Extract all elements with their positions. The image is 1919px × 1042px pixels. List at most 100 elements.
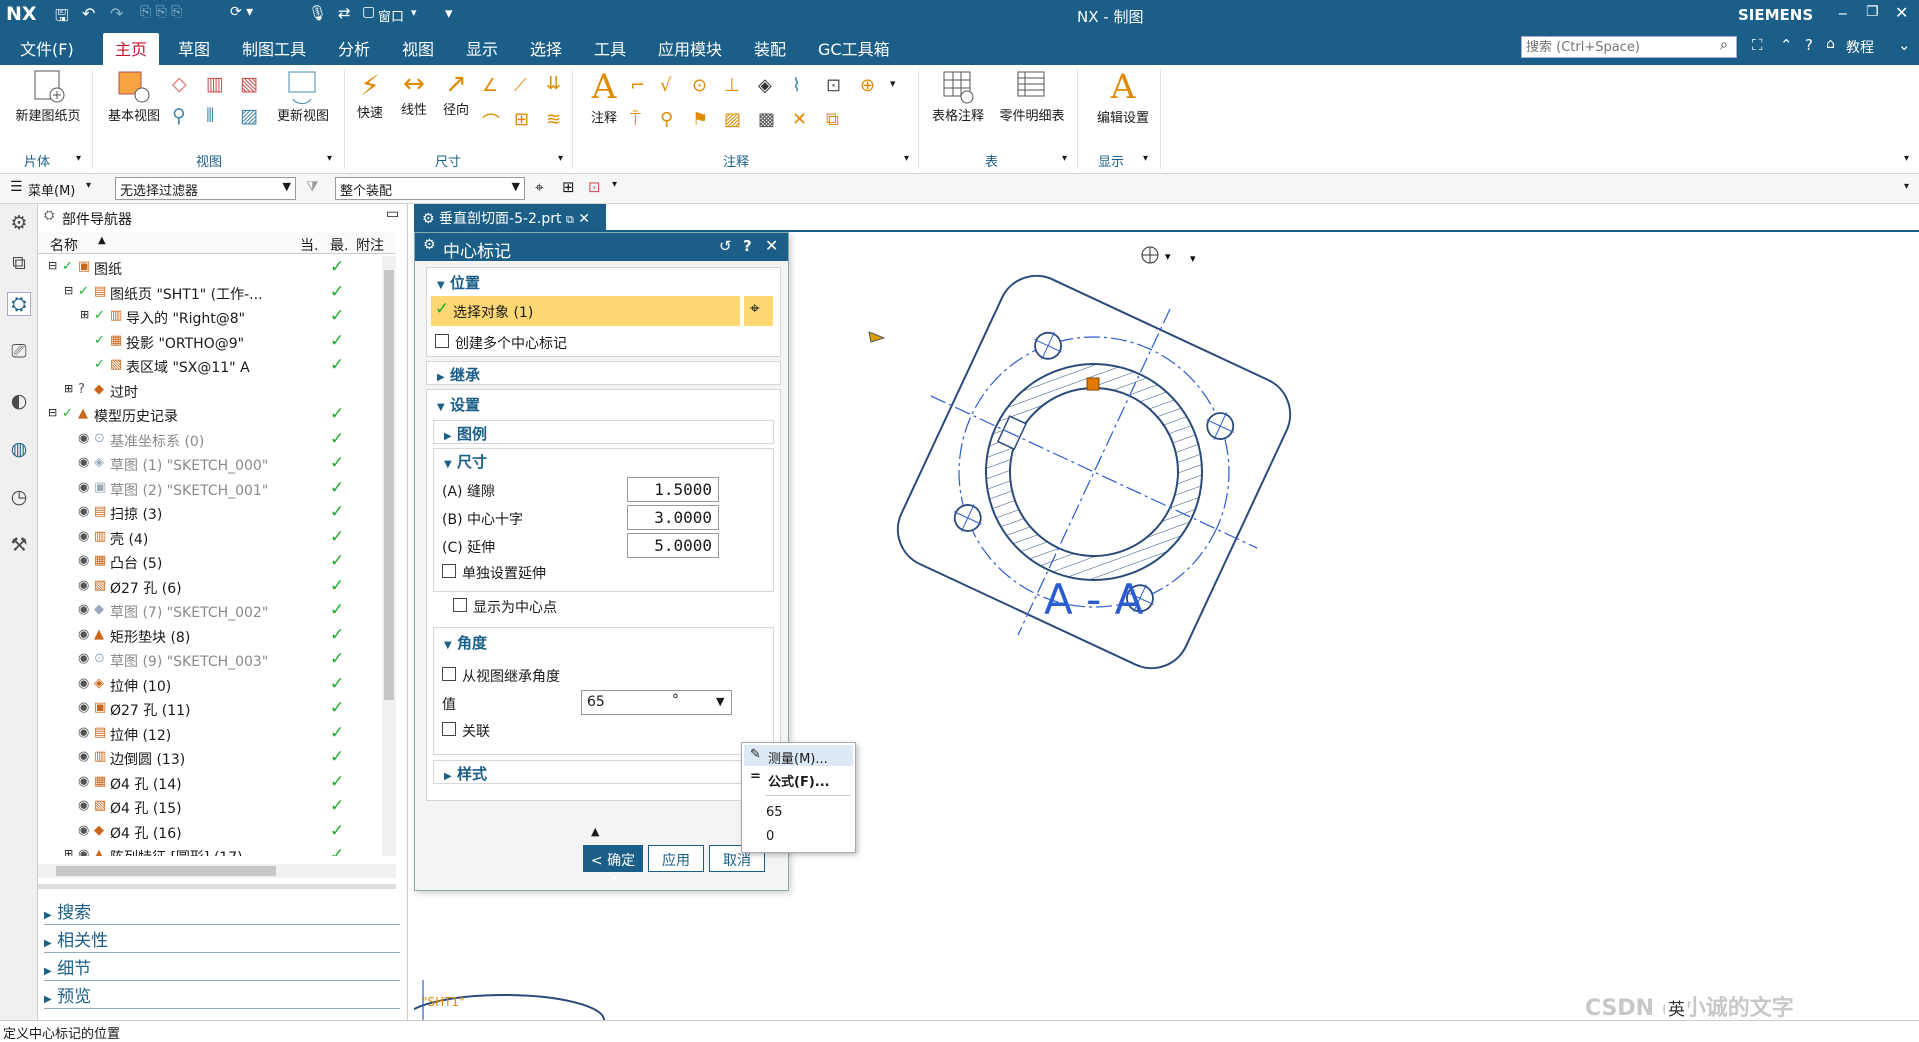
status-check-icon[interactable]: ✓ bbox=[94, 308, 105, 323]
angle-value-input[interactable]: 65 ° ▼ bbox=[581, 690, 732, 715]
visibility-eye-icon[interactable]: ◉ bbox=[78, 504, 89, 519]
ribbon-pin-icon[interactable]: ⌄ bbox=[1898, 36, 1911, 54]
status-check-icon[interactable]: ✓ bbox=[78, 284, 89, 299]
update-view-button[interactable]: 更新视图 bbox=[266, 69, 340, 124]
center-cross-input[interactable]: 3.0000 bbox=[627, 505, 719, 530]
section-dependencies[interactable]: ▶ 相关性 bbox=[44, 926, 400, 953]
position-header[interactable]: ▼ 位置 bbox=[437, 272, 480, 293]
minimize-icon[interactable]: ‒ bbox=[1838, 4, 1848, 22]
fill-icon[interactable]: ◈ bbox=[758, 75, 772, 96]
part-navigator-icon[interactable]: ⛭ bbox=[7, 292, 31, 316]
select-mode-chevron-icon[interactable]: ▾ bbox=[612, 179, 617, 190]
show-center-point-checkbox[interactable] bbox=[453, 598, 467, 612]
drawing-tree-item[interactable]: ⊞? ◆ 过时 bbox=[38, 379, 396, 403]
crosshatch-icon[interactable]: ▨ bbox=[724, 109, 741, 130]
chamfer-dimension-icon[interactable]: ⟋ bbox=[514, 75, 527, 96]
group-display-chevron-icon[interactable]: ▾ bbox=[1143, 153, 1148, 164]
radial-dimension-button[interactable]: ↗ 径向 bbox=[436, 69, 476, 118]
tutorial-link[interactable]: 教程 bbox=[1846, 37, 1874, 57]
navigator-hscroll-thumb[interactable] bbox=[56, 866, 276, 876]
feature-control-frame-icon[interactable]: ⌐ bbox=[630, 75, 645, 96]
drawing-tree-item[interactable]: ✓ ▦ 投影 "ORTHO@9" ✓ bbox=[38, 330, 396, 354]
feature-tree-item[interactable]: ◉ ▧ Ø27 孔 (6) ✓ bbox=[38, 575, 396, 599]
style-subsection[interactable]: ▶ 样式 bbox=[433, 760, 774, 784]
image-icon[interactable]: ⊡ bbox=[826, 75, 841, 96]
id-symbol-icon[interactable]: ⍑ bbox=[630, 109, 641, 130]
feature-tree-item[interactable]: ◉ ▦ Ø4 孔 (14) ✓ bbox=[38, 771, 396, 795]
file-menu[interactable]: 文件(F) bbox=[20, 36, 74, 60]
visibility-eye-icon[interactable]: ◉ bbox=[78, 774, 89, 789]
thickness-dimension-icon[interactable]: ⇊ bbox=[546, 73, 561, 94]
ok-button[interactable]: < 确定 > bbox=[583, 845, 643, 886]
perimeter-dimension-icon[interactable]: ≋ bbox=[546, 109, 561, 130]
table-note-button[interactable]: 表格注释 bbox=[926, 69, 990, 124]
save-icon[interactable]: 🖫 bbox=[55, 5, 69, 32]
separate-extension-checkbox[interactable] bbox=[442, 564, 456, 578]
undo-icon[interactable]: ↶ bbox=[82, 4, 95, 23]
expand-toggle-icon[interactable]: ⊞ bbox=[64, 847, 73, 856]
window-menu[interactable]: 窗口 bbox=[378, 6, 404, 25]
tab-assemblies[interactable]: 装配 bbox=[754, 36, 786, 60]
reuse-library-icon[interactable]: ⎚ bbox=[7, 340, 31, 364]
visibility-eye-icon[interactable]: ◉ bbox=[78, 431, 89, 446]
collapse-dialog-icon[interactable]: ▲ bbox=[591, 825, 599, 838]
status-check-icon[interactable]: ✓ bbox=[94, 357, 105, 372]
rapid-dimension-button[interactable]: ⚡ 快速 bbox=[350, 69, 390, 121]
measure-menu-item[interactable]: ✎ 测量(M)... bbox=[744, 745, 853, 767]
parts-list-button[interactable]: 零件明细表 bbox=[994, 69, 1070, 124]
inherit-section[interactable]: ▶ 继承 bbox=[426, 361, 781, 385]
reset-icon[interactable]: ↺ bbox=[719, 237, 732, 255]
section-details[interactable]: ▶ 细节 bbox=[44, 954, 400, 981]
tab-analysis[interactable]: 分析 bbox=[338, 36, 370, 60]
view-boundary-icon[interactable]: ▨ bbox=[240, 105, 258, 127]
dimensions-header[interactable]: ▼ 尺寸 bbox=[444, 451, 487, 472]
menu-button[interactable]: 菜单(M) bbox=[28, 180, 75, 199]
select-feature-icon[interactable]: ⊞ bbox=[562, 178, 575, 196]
maximize-panel-icon[interactable]: ▭ bbox=[386, 206, 399, 222]
close-dialog-icon[interactable]: ✕ bbox=[765, 236, 778, 255]
center-mark-handle[interactable] bbox=[868, 331, 886, 343]
expand-toggle-icon[interactable]: ⊟ bbox=[48, 259, 57, 272]
touch-mode-icon[interactable]: ⇄ bbox=[338, 4, 351, 22]
edit-settings-button[interactable]: A 编辑设置 bbox=[1084, 67, 1162, 126]
status-check-icon[interactable]: ✓ bbox=[62, 406, 73, 421]
feature-tree-item[interactable]: ◉ ⊙ 基准坐标系 (0) ✓ bbox=[38, 428, 396, 452]
tab-drafting-tools[interactable]: 制图工具 bbox=[242, 36, 306, 60]
visibility-eye-icon[interactable]: ◉ bbox=[78, 553, 89, 568]
qat-chevron-icon[interactable]: ▾ bbox=[445, 4, 453, 22]
expand-toggle-icon[interactable]: ⊟ bbox=[64, 284, 73, 297]
microphone-icon[interactable]: 🎙 bbox=[308, 4, 327, 22]
history-icon[interactable]: ◷ bbox=[7, 486, 31, 510]
feature-tree-item[interactable]: ⊞ ◉ ▲ 阵列特征 [圆形] (17) ✓ bbox=[38, 844, 396, 856]
scope-select[interactable]: 整个装配 ▼ bbox=[335, 177, 525, 200]
associative-checkbox[interactable] bbox=[442, 722, 456, 736]
base-view-button[interactable]: 基本视图 bbox=[100, 69, 168, 124]
visibility-eye-icon[interactable]: ◉ bbox=[78, 602, 89, 617]
feature-tree-item[interactable]: ◉ ▧ Ø4 孔 (15) ✓ bbox=[38, 795, 396, 819]
hd3d-icon[interactable]: ◐ bbox=[7, 390, 31, 414]
assembly-navigator-icon[interactable]: ⧉ bbox=[7, 252, 31, 276]
section-view-icon[interactable]: ▥ bbox=[206, 73, 224, 95]
feature-tree-item[interactable]: ◉ ◈ 草图 (1) "SKETCH_000" ✓ bbox=[38, 452, 396, 476]
arc-length-icon[interactable]: ⌒ bbox=[482, 109, 500, 135]
search-icon[interactable]: ⌕ bbox=[1720, 37, 1728, 53]
navigator-hscrollbar[interactable] bbox=[38, 864, 396, 878]
target-point-icon[interactable]: ⚲ bbox=[660, 109, 673, 130]
visibility-eye-icon[interactable]: ◉ bbox=[78, 847, 89, 856]
status-check-icon[interactable]: ? bbox=[78, 382, 85, 397]
point-dialog-button[interactable]: ⌖ bbox=[743, 296, 773, 326]
apply-button[interactable]: 应用 bbox=[648, 845, 704, 872]
visibility-eye-icon[interactable]: ◉ bbox=[78, 798, 89, 813]
drawing-tree-item[interactable]: ⊟ ✓ ▣ 图纸 ✓ bbox=[38, 256, 396, 280]
copy-icon[interactable]: ⎘ ⎘ ⎘ bbox=[140, 4, 183, 20]
fullscreen-icon[interactable]: ⛶ bbox=[1752, 36, 1763, 54]
status-check-icon[interactable]: ✓ bbox=[94, 333, 105, 348]
roles-icon[interactable]: ⚒ bbox=[7, 534, 31, 558]
expand-toggle-icon[interactable]: ⊟ bbox=[48, 406, 57, 419]
inherit-angle-checkbox[interactable] bbox=[442, 667, 456, 681]
settings-gear-icon[interactable]: ⚙ bbox=[7, 212, 31, 236]
feature-tree-item[interactable]: ◉ ▦ 凸台 (5) ✓ bbox=[38, 550, 396, 574]
visibility-eye-icon[interactable]: ◉ bbox=[78, 651, 89, 666]
help-icon[interactable]: ? bbox=[743, 237, 752, 255]
group-dimension-chevron-icon[interactable]: ▾ bbox=[558, 153, 563, 164]
